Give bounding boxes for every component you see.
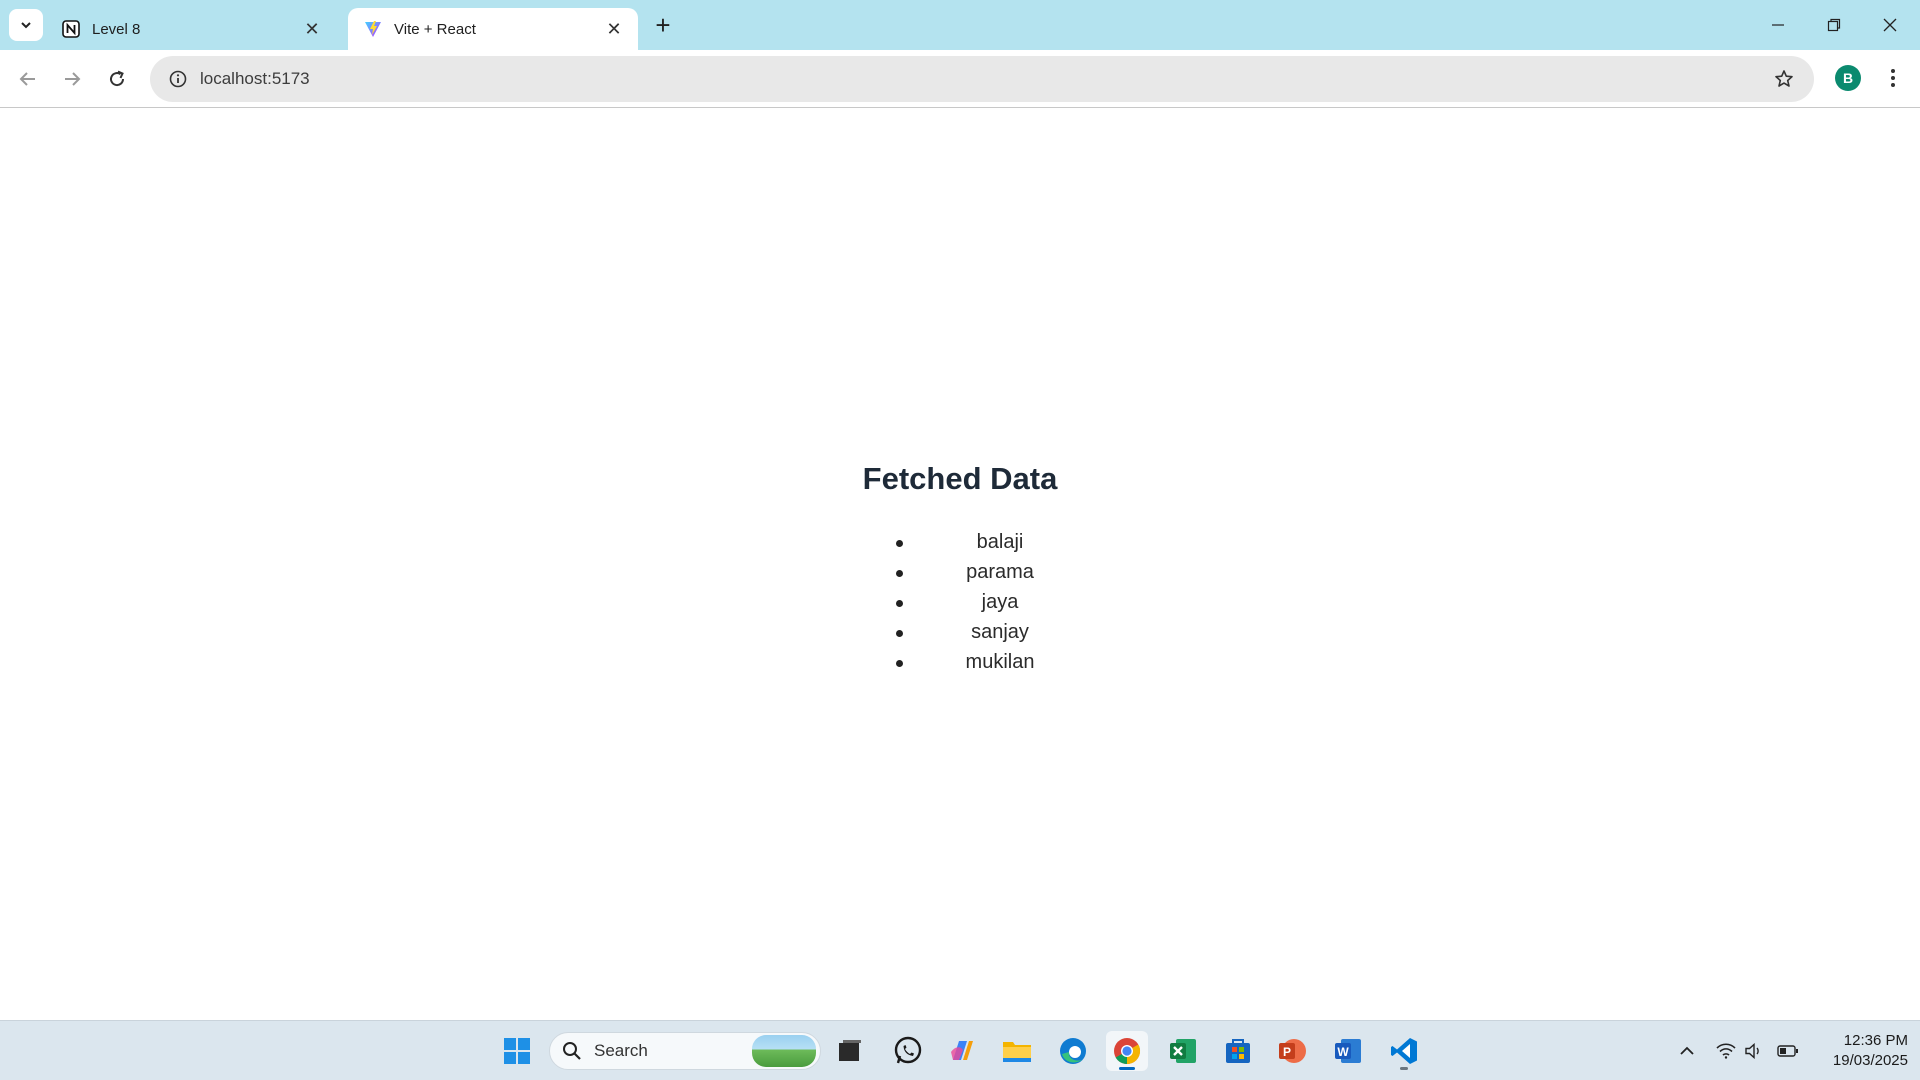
tab-vite-react[interactable]: Vite + React ✕ [348, 8, 638, 50]
profile-avatar[interactable]: B [1835, 65, 1861, 91]
speaker-icon [1745, 1043, 1759, 1059]
minimize-button[interactable] [1750, 0, 1806, 50]
close-icon [1883, 18, 1897, 32]
chrome-icon [1114, 1038, 1141, 1065]
taskbar-app-whatsapp[interactable] [887, 1031, 929, 1071]
svg-text:P: P [1283, 1045, 1291, 1059]
taskbar-app-store[interactable] [1217, 1031, 1259, 1071]
show-hidden-icons-button[interactable] [1675, 1031, 1699, 1071]
taskbar-app-word[interactable]: W [1327, 1031, 1369, 1071]
clock-date: 19/03/2025 [1832, 1052, 1908, 1069]
close-tab-icon[interactable]: ✕ [300, 17, 324, 41]
windows-icon [504, 1038, 530, 1064]
list-item-text: sanjay [971, 621, 1029, 643]
list-item-text: mukilan [965, 651, 1035, 673]
running-app-indicator [1400, 1067, 1408, 1070]
task-view-icon [839, 1040, 861, 1061]
taskbar-app-chrome[interactable] [1106, 1031, 1148, 1071]
arrow-left-icon [19, 72, 35, 86]
volume-control[interactable] [1742, 1031, 1766, 1071]
reload-button[interactable] [99, 61, 135, 97]
powerpoint-icon: P [1279, 1039, 1306, 1063]
restore-icon [1827, 18, 1841, 32]
minimize-icon [1772, 24, 1784, 26]
clock-time: 12:36 PM [1843, 1032, 1908, 1049]
tab-search-button[interactable] [9, 9, 43, 41]
chevron-up-icon [1680, 1046, 1694, 1055]
active-app-indicator [1119, 1067, 1135, 1070]
taskbar-app-powerpoint[interactable]: P [1271, 1031, 1313, 1071]
taskbar-app-file-explorer[interactable] [996, 1031, 1038, 1071]
list-item-text: jaya [981, 591, 1019, 613]
search-label: Search [594, 1041, 648, 1060]
start-button[interactable] [496, 1031, 538, 1071]
whatsapp-icon [894, 1036, 922, 1064]
close-tab-icon[interactable]: ✕ [602, 17, 626, 41]
network-status[interactable] [1714, 1031, 1738, 1071]
list-item: sanjay [885, 617, 1085, 647]
reload-icon [110, 70, 125, 87]
list-item: jaya [885, 587, 1085, 617]
list-item: mukilan [885, 647, 1085, 677]
list-item-text: balaji [976, 531, 1024, 553]
browser-toolbar: localhost:5173 B [0, 50, 1920, 108]
notion-icon [62, 20, 80, 38]
data-list: balaji parama jaya sanjay mukilan [885, 527, 1085, 677]
chevron-down-icon [21, 22, 31, 29]
close-window-button[interactable] [1862, 0, 1918, 50]
svg-text:W: W [1337, 1045, 1349, 1059]
system-clock[interactable]: 12:36 PM 19/03/2025 [1808, 1031, 1908, 1071]
wifi-icon [1716, 1043, 1736, 1059]
back-button[interactable] [10, 61, 46, 97]
bullet-icon [896, 540, 903, 547]
list-item: parama [885, 557, 1085, 587]
search-highlight-image [752, 1035, 816, 1067]
excel-icon [1170, 1039, 1196, 1063]
tab-strip: Level 8 ✕ Vite + React ✕ + [0, 0, 1920, 50]
page-title: Fetched Data [862, 461, 1058, 496]
tab-level-8[interactable]: Level 8 ✕ [46, 8, 336, 50]
word-icon: W [1335, 1039, 1361, 1063]
battery-icon [1777, 1045, 1798, 1057]
vite-icon [364, 20, 382, 38]
arrow-right-icon [65, 72, 81, 86]
copilot-icon [951, 1041, 973, 1060]
taskbar-app-vscode[interactable] [1383, 1031, 1425, 1071]
tab-title: Level 8 [92, 20, 141, 38]
taskbar-app-excel[interactable] [1162, 1031, 1204, 1071]
restore-button[interactable] [1806, 0, 1862, 50]
folder-icon [1003, 1042, 1031, 1062]
menu-dots-icon[interactable] [1878, 63, 1908, 93]
store-icon [1226, 1039, 1250, 1063]
new-tab-button[interactable]: + [648, 10, 678, 40]
taskbar-app-copilot[interactable] [941, 1031, 983, 1071]
list-item-text: parama [966, 561, 1034, 583]
taskbar-app-edge[interactable] [1052, 1031, 1094, 1071]
taskbar: Search P W 12:36 PM 19/03/2025 [0, 1020, 1920, 1080]
edge-icon [1060, 1038, 1086, 1064]
vscode-icon [1391, 1038, 1417, 1064]
bullet-icon [896, 630, 903, 637]
search-icon [563, 1042, 581, 1060]
bookmark-star-icon[interactable] [1762, 69, 1806, 89]
url-text[interactable]: localhost:5173 [200, 69, 1762, 89]
taskbar-search[interactable]: Search [549, 1032, 821, 1070]
forward-button[interactable] [54, 61, 90, 97]
bullet-icon [896, 600, 903, 607]
bullet-icon [896, 660, 903, 667]
battery-status[interactable] [1774, 1031, 1802, 1071]
taskbar-app-task-view[interactable] [829, 1031, 871, 1071]
list-item: balaji [885, 527, 1085, 557]
bullet-icon [896, 570, 903, 577]
page-viewport: Fetched Data balaji parama jaya sanjay m… [0, 109, 1920, 1020]
tab-title: Vite + React [394, 20, 476, 38]
site-info-icon[interactable] [156, 70, 200, 88]
address-bar[interactable]: localhost:5173 [150, 56, 1814, 102]
